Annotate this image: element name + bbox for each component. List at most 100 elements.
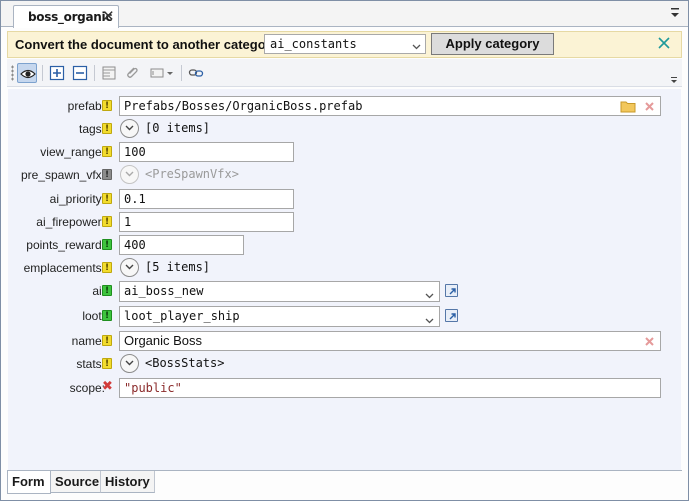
loot-dropdown[interactable]: loot_player_ship <box>119 306 440 327</box>
clear-icon[interactable] <box>644 101 655 115</box>
warning-icon: ! <box>102 216 112 227</box>
field-label: name: <box>71 334 105 348</box>
field-label: scope: <box>69 381 105 395</box>
loot-value: loot_player_ship <box>124 309 240 323</box>
field-ai-priority: ai_priority: ! 0.1 <box>8 188 681 210</box>
name-value: Organic Boss <box>124 333 203 348</box>
ok-icon: ! <box>102 239 112 250</box>
warning-icon: ! <box>102 123 112 134</box>
warning-icon: ! <box>102 193 112 204</box>
warning-icon: ! <box>102 262 112 273</box>
prefab-value: Prefabs/Bosses/OrganicBoss.prefab <box>124 99 363 113</box>
expand-chevron-icon[interactable] <box>120 258 139 277</box>
convert-message: Convert the document to another category… <box>15 37 283 52</box>
error-icon: ✖ <box>102 379 113 394</box>
expand-chevron-icon[interactable] <box>120 354 139 373</box>
field-points-reward: points_reward: ! 400 <box>8 234 681 256</box>
points-reward-value: 400 <box>124 238 146 252</box>
attachment-icon[interactable] <box>122 63 142 83</box>
editor-window: boss_organic ✕ Convert the document to a… <box>0 0 689 501</box>
eye-icon[interactable] <box>17 63 37 83</box>
field-scope: scope: ✖ "public" <box>8 377 681 399</box>
chevron-down-icon <box>425 288 434 302</box>
name-input[interactable]: Organic Boss <box>119 331 661 351</box>
tab-form[interactable]: Form <box>7 471 51 494</box>
go-to-reference-icon[interactable] <box>445 284 458 297</box>
folder-icon[interactable] <box>620 100 636 116</box>
tab-history[interactable]: History <box>101 471 155 493</box>
tags-summary: [0 items] <box>145 121 211 135</box>
field-emplacements: emplacements: ! [5 items] <box>8 257 681 279</box>
go-to-reference-icon[interactable] <box>445 309 458 322</box>
pre-spawn-vfx-summary: <PreSpawnVfx> <box>145 167 239 181</box>
toolbar-separator <box>94 65 95 81</box>
scope-value: "public" <box>124 381 182 395</box>
tab-title: boss_organic <box>28 10 113 24</box>
toolbar <box>7 59 682 87</box>
toolbar-overflow-icon[interactable] <box>670 73 678 87</box>
field-ai-firepower: ai_firepower: ! 1 <box>8 211 681 233</box>
ai-dropdown[interactable]: ai_boss_new <box>119 281 440 302</box>
points-reward-input[interactable]: 400 <box>119 235 244 255</box>
tab-boss-organic[interactable]: boss_organic ✕ <box>13 5 119 28</box>
warning-icon: ! <box>102 100 112 111</box>
field-label: stats: <box>76 357 105 371</box>
field-ai: ai: ! ai_boss_new <box>8 280 681 302</box>
field-loot: loot: ! loot_player_ship <box>8 305 681 327</box>
close-icon[interactable] <box>657 36 671 53</box>
insert-dropdown-icon[interactable] <box>147 63 177 83</box>
field-tags: tags: ! [0 items] <box>8 118 681 140</box>
stats-summary: <BossStats> <box>145 356 225 370</box>
field-name: name: ! Organic Boss <box>8 330 681 352</box>
warning-icon: ! <box>102 146 112 157</box>
scope-input[interactable]: "public" <box>119 378 661 398</box>
view-range-input[interactable]: 100 <box>119 142 294 162</box>
field-stats: stats: ! <BossStats> <box>8 353 681 375</box>
toolbar-separator <box>42 65 43 81</box>
field-prefab: prefab: ! Prefabs/Bosses/OrganicBoss.pre… <box>8 95 681 117</box>
ai-firepower-input[interactable]: 1 <box>119 212 294 232</box>
ok-icon: ! <box>102 310 112 321</box>
field-label: points_reward: <box>26 238 105 252</box>
field-label: pre_spawn_vfx: <box>20 168 105 182</box>
view-range-value: 100 <box>124 145 146 159</box>
tab-menu-icon[interactable] <box>670 6 680 20</box>
field-label: view_range: <box>40 145 105 159</box>
category-select-value: ai_constants <box>270 37 357 51</box>
ok-icon: ! <box>102 285 112 296</box>
expand-chevron-icon[interactable] <box>120 119 139 138</box>
inactive-icon: ! <box>102 169 112 180</box>
convert-category-bar: Convert the document to another category… <box>7 31 682 58</box>
view-tabs: Form Source History <box>7 470 682 494</box>
warning-icon: ! <box>102 358 112 369</box>
tab-source[interactable]: Source <box>51 471 101 493</box>
ai-firepower-value: 1 <box>124 215 132 229</box>
expand-chevron-icon[interactable] <box>120 165 139 184</box>
field-label: prefab: <box>67 99 105 113</box>
clear-icon[interactable] <box>644 336 655 350</box>
emplacements-summary: [5 items] <box>145 260 211 274</box>
layout-icon[interactable] <box>99 63 119 83</box>
chevron-down-icon <box>412 39 421 53</box>
prefab-input[interactable]: Prefabs/Bosses/OrganicBoss.prefab <box>119 96 661 116</box>
field-label: ai_priority: <box>49 192 105 206</box>
chevron-down-icon <box>425 313 434 327</box>
expand-all-icon[interactable] <box>47 63 67 83</box>
field-label: ai_firepower: <box>36 215 105 229</box>
link-icon[interactable] <box>186 63 206 83</box>
property-form: prefab: ! Prefabs/Bosses/OrganicBoss.pre… <box>8 89 681 470</box>
ai-priority-value: 0.1 <box>124 192 146 206</box>
toolbar-separator <box>181 65 182 81</box>
ai-value: ai_boss_new <box>124 284 204 298</box>
field-pre-spawn-vfx: pre_spawn_vfx: ! <PreSpawnVfx> <box>8 164 681 186</box>
field-label: emplacements: <box>23 261 105 275</box>
ai-priority-input[interactable]: 0.1 <box>119 189 294 209</box>
category-select[interactable]: ai_constants <box>264 34 426 54</box>
field-view-range: view_range: ! 100 <box>8 141 681 163</box>
close-icon[interactable]: ✕ <box>102 7 115 25</box>
toolbar-grip[interactable] <box>11 65 14 81</box>
collapse-all-icon[interactable] <box>70 63 90 83</box>
warning-icon: ! <box>102 335 112 346</box>
apply-category-button[interactable]: Apply category <box>431 33 554 55</box>
tab-strip: boss_organic ✕ <box>1 1 688 28</box>
